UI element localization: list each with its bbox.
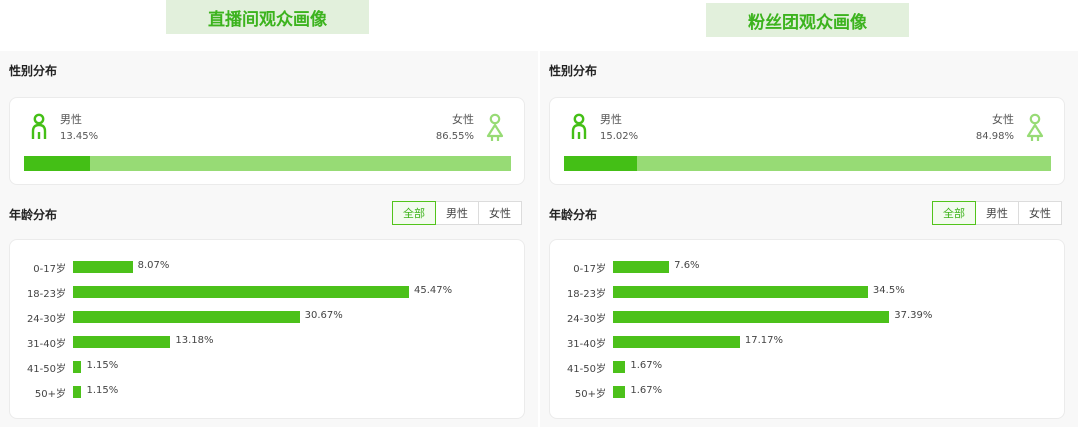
age-bar-value: 17.17% (744, 335, 784, 346)
age-bar-value: 34.5% (872, 285, 905, 296)
male-percent: 13.45% (60, 131, 99, 142)
age-row: 18-23岁 34.5% (550, 285, 1066, 300)
age-bar (613, 311, 890, 323)
age-bar-label: 31-40岁 (566, 339, 606, 350)
age-filter-tabs: 全部 男性 女性 (932, 201, 1062, 225)
gender-card: 男性 15.02% 女性 84.98% (549, 97, 1065, 185)
age-bar-value: 13.18% (175, 335, 214, 346)
fan-group-audience-title: 粉丝团观众画像 (706, 3, 909, 37)
age-bar-label: 41-50岁 (26, 364, 66, 375)
fan-group-panel: 性别分布 男性 15.02% 女性 84.98% 年龄分布 全部 男性 女性 0-17岁 7.6% 1… (540, 51, 1078, 427)
male-label: 男性 (600, 113, 622, 126)
male-percent: 15.02% (600, 131, 639, 142)
age-row: 18-23岁 45.47% (10, 285, 526, 300)
female-icon (485, 112, 505, 142)
male-label: 男性 (60, 113, 82, 126)
female-icon (1025, 112, 1045, 142)
age-bar-value: 30.67% (304, 310, 343, 321)
age-bar (613, 386, 626, 398)
age-bar (613, 286, 868, 298)
age-bar-label: 24-30岁 (566, 314, 606, 325)
age-row: 0-17岁 8.07% (10, 260, 526, 275)
age-distribution-title: 年龄分布 (549, 208, 598, 222)
age-bar-label: 50+岁 (574, 389, 606, 400)
age-filter-tabs: 全部 男性 女性 (392, 201, 522, 225)
age-row: 50+岁 1.67% (550, 385, 1066, 400)
age-bar-value: 1.15% (86, 385, 119, 396)
age-distribution-title: 年龄分布 (9, 208, 58, 222)
age-row: 24-30岁 30.67% (10, 310, 526, 325)
age-bar-label: 0-17岁 (33, 264, 66, 275)
age-row: 41-50岁 1.15% (10, 360, 526, 375)
age-bar (73, 361, 82, 373)
gender-card: 男性 13.45% 女性 86.55% (9, 97, 525, 185)
age-bar-label: 41-50岁 (566, 364, 606, 375)
age-row: 41-50岁 1.67% (550, 360, 1066, 375)
live-room-audience-title: 直播间观众画像 (166, 0, 369, 34)
age-bar (613, 261, 670, 273)
age-bar-label: 0-17岁 (573, 264, 606, 275)
gender-ratio-male-fill (564, 156, 638, 171)
age-chart-card: 0-17岁 8.07% 18-23岁 45.47% 24-30岁 30.67% 31-40岁… (9, 239, 525, 419)
age-bar-value: 7.6% (674, 260, 700, 271)
age-bar (613, 336, 740, 348)
male-icon (569, 112, 589, 142)
age-bar-label: 50+岁 (34, 389, 66, 400)
age-tab-1[interactable]: 男性 (975, 201, 1019, 225)
age-tab-1[interactable]: 男性 (435, 201, 479, 225)
gender-ratio-bar (24, 156, 511, 171)
female-label: 女性 (452, 113, 474, 126)
gender-distribution-title: 性别分布 (549, 64, 598, 78)
age-bar-label: 18-23岁 (566, 289, 606, 300)
female-label: 女性 (992, 113, 1014, 126)
age-bar-value: 8.07% (137, 260, 170, 271)
male-icon (29, 112, 49, 142)
age-bar (73, 261, 133, 273)
age-tab-0[interactable]: 全部 (392, 201, 436, 225)
age-bar (73, 386, 82, 398)
gender-ratio-bar (564, 156, 1051, 171)
age-bar-value: 1.67% (630, 385, 663, 396)
female-percent: 84.98% (975, 131, 1014, 142)
age-row: 31-40岁 17.17% (550, 335, 1066, 350)
age-bar (73, 286, 409, 298)
age-bar-label: 24-30岁 (26, 314, 66, 325)
age-row: 50+岁 1.15% (10, 385, 526, 400)
age-bar-value: 1.67% (630, 360, 663, 371)
age-bar-value: 45.47% (414, 285, 453, 296)
age-bar-value: 1.15% (86, 360, 119, 371)
age-row: 31-40岁 13.18% (10, 335, 526, 350)
age-row: 0-17岁 7.6% (550, 260, 1066, 275)
age-tab-2[interactable]: 女性 (1018, 201, 1062, 225)
age-bar-label: 31-40岁 (26, 339, 66, 350)
age-tab-0[interactable]: 全部 (932, 201, 976, 225)
age-chart-card: 0-17岁 7.6% 18-23岁 34.5% 24-30岁 37.39% 31-40岁 17… (549, 239, 1065, 419)
age-bar (73, 311, 300, 323)
female-percent: 86.55% (435, 131, 474, 142)
gender-ratio-male-fill (24, 156, 90, 171)
age-bar-label: 18-23岁 (26, 289, 66, 300)
age-bar-value: 37.39% (894, 310, 933, 321)
age-bar (613, 361, 626, 373)
gender-distribution-title: 性别分布 (9, 64, 58, 78)
age-bar (73, 336, 171, 348)
age-tab-2[interactable]: 女性 (478, 201, 522, 225)
live-room-panel: 性别分布 男性 13.45% 女性 86.55% 年龄分布 全部 男性 女性 0-17岁 8.07%… (0, 51, 538, 427)
age-row: 24-30岁 37.39% (550, 310, 1066, 325)
